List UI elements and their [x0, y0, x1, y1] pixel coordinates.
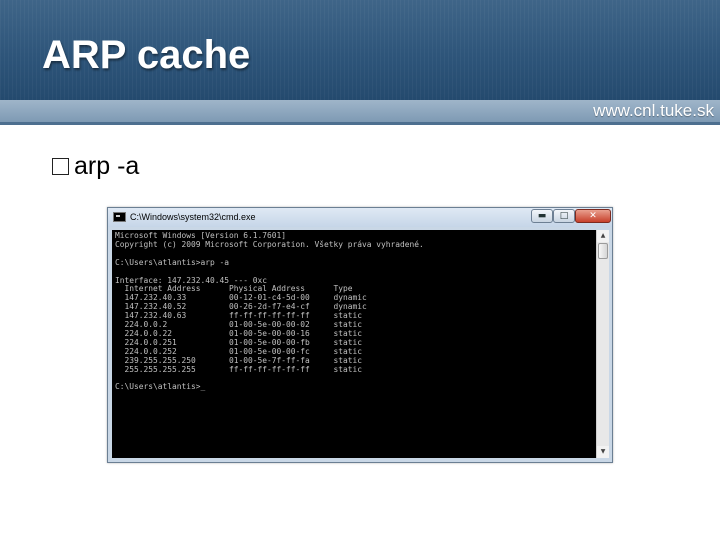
bullet-box-icon — [52, 158, 69, 175]
minimize-button[interactable]: ▬ — [531, 209, 553, 223]
console-line: C:\Users\atlantis>arp -a — [115, 257, 230, 267]
scroll-down-icon[interactable]: ▼ — [597, 446, 609, 458]
console-output[interactable]: Microsoft Windows [Version 6.1.7601] Copy… — [112, 230, 596, 458]
console-line: C:\Users\atlantis>_ — [115, 382, 206, 392]
slide-title: ARP cache — [42, 33, 251, 77]
scroll-up-icon[interactable]: ▲ — [597, 230, 609, 242]
console-line: 255.255.255.255 ff-ff-ff-ff-ff-ff static — [115, 364, 363, 374]
console-line: Copyright (c) 2009 Microsoft Corporation… — [115, 239, 424, 249]
bullet-item: arp -a — [52, 152, 139, 181]
scrollbar-thumb[interactable] — [598, 243, 608, 259]
vertical-scrollbar[interactable]: ▲ ▼ — [596, 230, 609, 458]
window-title: C:\Windows\system32\cmd.exe — [130, 212, 256, 222]
cmd-window[interactable]: C:\Windows\system32\cmd.exe ▬ □ ✕ Micros… — [107, 207, 613, 463]
maximize-button[interactable]: □ — [553, 209, 575, 223]
slide-header: ARP cache — [0, 0, 720, 100]
cmd-icon[interactable] — [113, 212, 126, 222]
window-titlebar[interactable]: C:\Windows\system32\cmd.exe ▬ □ ✕ — [108, 208, 612, 227]
close-button[interactable]: ✕ — [575, 209, 611, 223]
site-url: www.cnl.tuke.sk — [593, 101, 714, 120]
bullet-text: arp -a — [74, 152, 140, 180]
